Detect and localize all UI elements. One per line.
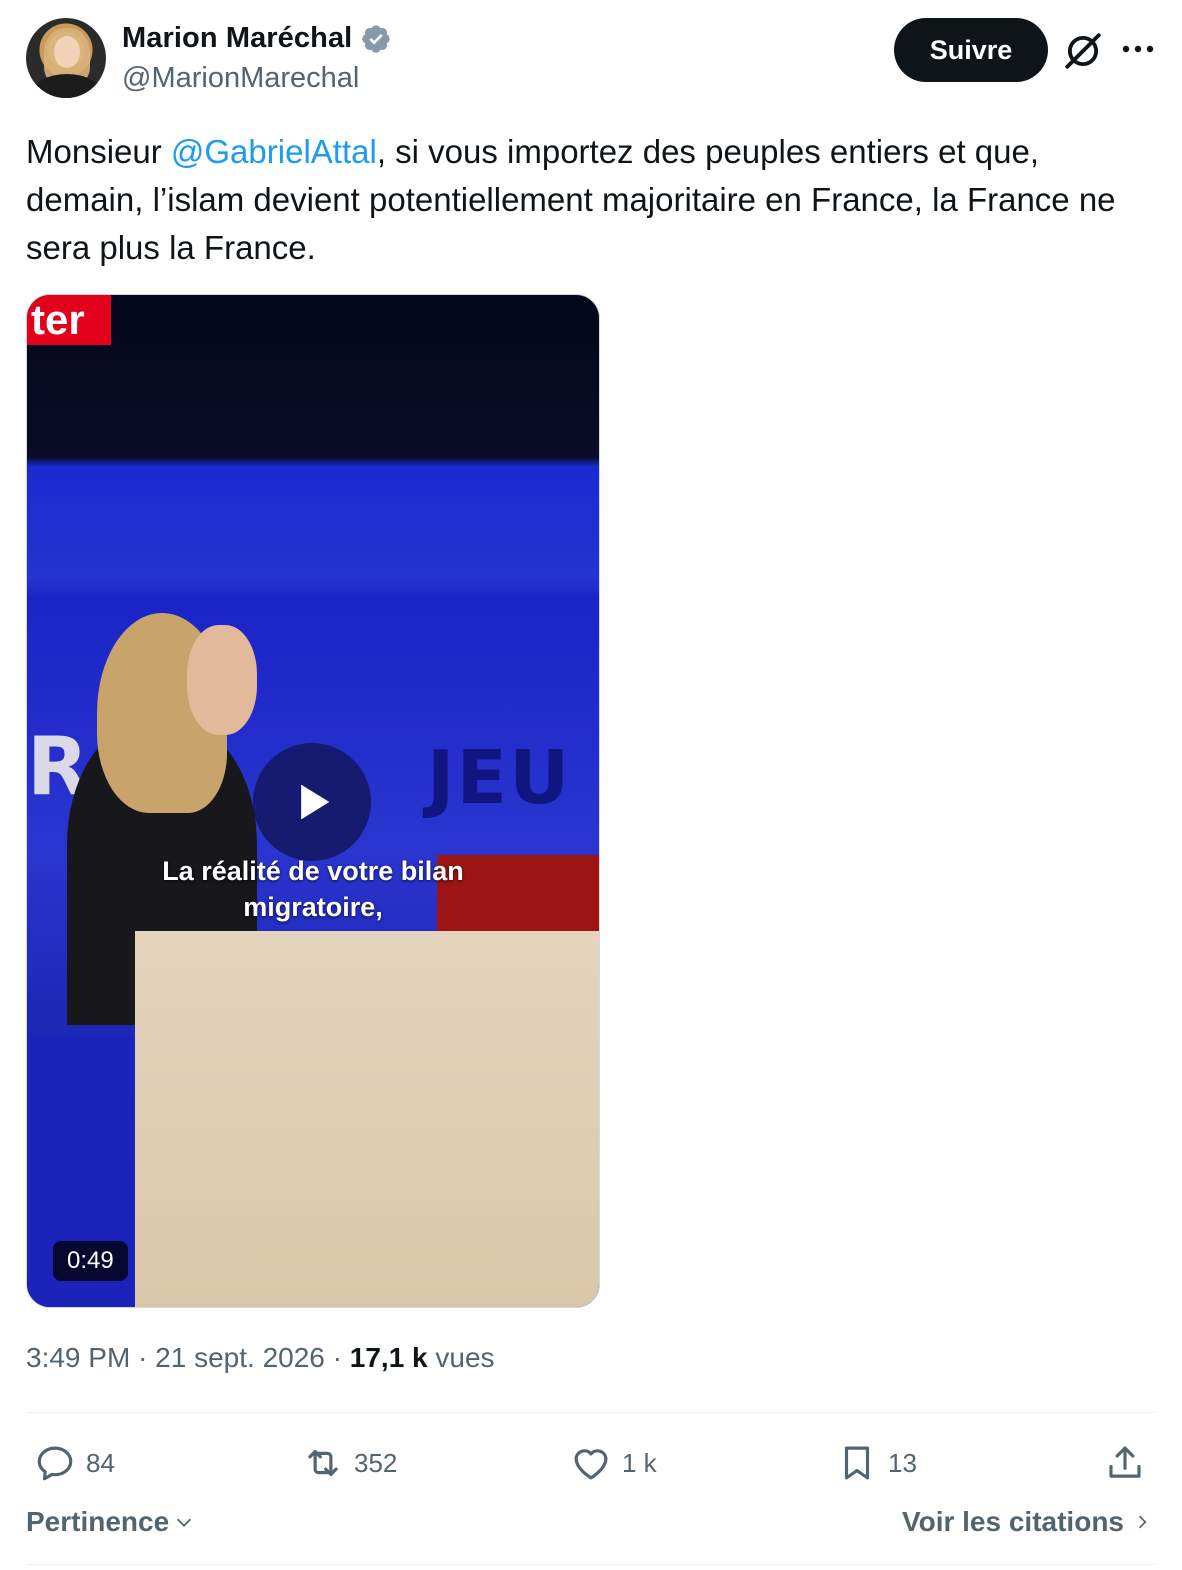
author-name-row[interactable]: Marion Maréchal	[122, 22, 392, 55]
repost-icon	[308, 1450, 338, 1476]
tweet-text-before: Monsieur	[26, 133, 171, 170]
sort-label: Pertinence	[26, 1506, 170, 1537]
reply-icon	[37, 1446, 73, 1481]
meta-separator: ·	[138, 1342, 148, 1373]
view-quotes-link[interactable]: Voir les citations	[902, 1506, 1152, 1538]
channel-logo: ter	[27, 295, 111, 345]
avatar-shoulders	[32, 74, 102, 98]
tweet-text: Monsieur @GabrielAttal, si vous importez…	[26, 128, 1156, 272]
follow-button[interactable]: Suivre	[894, 18, 1048, 82]
video-caption-line2: migratoire,	[243, 892, 383, 922]
repost-button[interactable]: 352	[302, 1438, 397, 1488]
sort-dropdown[interactable]: Pertinence	[26, 1506, 195, 1538]
like-button[interactable]: 1 k	[570, 1438, 657, 1488]
video-caption: La réalité de votre bilan migratoire,	[27, 853, 599, 925]
video-caption-line1: La réalité de votre bilan	[162, 856, 464, 886]
tweet-meta: 3:49 PM · 21 sept. 2026 · 17,1 k vues	[26, 1342, 495, 1374]
reply-count: 84	[86, 1447, 115, 1478]
divider	[26, 1412, 1156, 1413]
mention-link[interactable]: @GabrielAttal	[171, 133, 377, 170]
tweet-date[interactable]: 21 sept. 2026	[155, 1342, 325, 1373]
views-label: vues	[435, 1342, 495, 1373]
author-name[interactable]: Marion Maréchal	[122, 22, 352, 55]
podium	[135, 931, 599, 1307]
chevron-down-icon	[177, 1518, 192, 1527]
tweet-time[interactable]: 3:49 PM	[26, 1342, 130, 1373]
quotes-label: Voir les citations	[902, 1506, 1124, 1537]
play-icon	[301, 784, 330, 820]
share-icon	[1109, 1446, 1141, 1478]
views-count: 17,1 k	[349, 1342, 428, 1373]
bookmark-count: 13	[888, 1447, 917, 1478]
more-icon[interactable]	[1118, 34, 1158, 64]
share-button[interactable]	[1104, 1438, 1146, 1488]
verified-badge-icon	[362, 24, 391, 53]
bookmark-button[interactable]: 13	[836, 1438, 917, 1488]
author-handle[interactable]: @MarionMarechal	[122, 62, 359, 95]
video-duration: 0:49	[53, 1241, 128, 1281]
reply-button[interactable]: 84	[34, 1438, 115, 1488]
divider	[26, 1564, 1156, 1565]
repost-count: 352	[354, 1447, 398, 1478]
avatar[interactable]	[26, 18, 106, 98]
heart-icon	[574, 1449, 608, 1480]
grok-icon[interactable]	[1062, 30, 1104, 72]
bookmark-icon	[844, 1446, 870, 1480]
speaker-face	[187, 625, 257, 735]
backdrop-text-right: JEU	[427, 735, 572, 821]
chevron-right-icon	[1138, 1515, 1147, 1529]
like-count: 1 k	[622, 1447, 657, 1478]
avatar-face	[54, 36, 80, 68]
meta-separator: ·	[332, 1342, 342, 1373]
play-button[interactable]	[253, 743, 371, 861]
video-player[interactable]: RA JEU ter La réalité de votre bilan mig…	[26, 294, 600, 1308]
